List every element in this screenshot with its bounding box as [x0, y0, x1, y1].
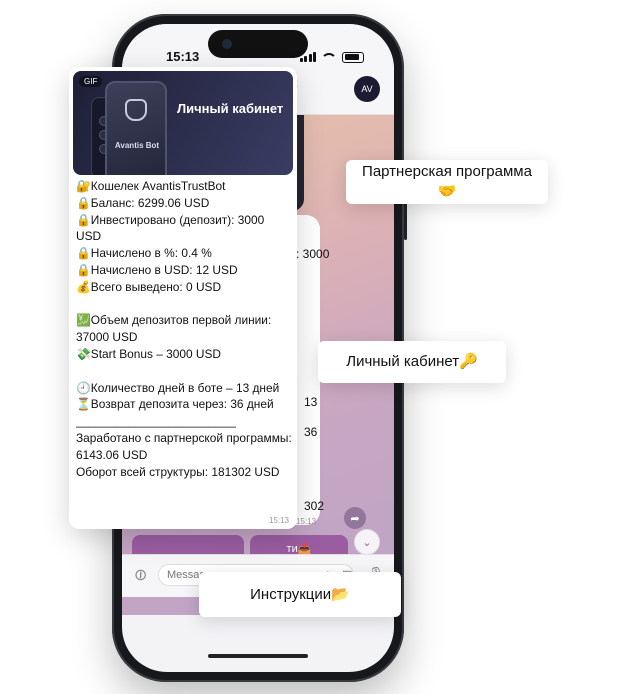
withdrawn-line: 💰Всего выведено: 0 USD	[76, 279, 222, 294]
partner-earnings-line: Заработано с партнерской программы: 6143…	[76, 430, 292, 462]
phone-illustration: Avantis Bot	[105, 81, 167, 175]
background-message-text: : 3000	[296, 247, 330, 261]
wifi-icon	[321, 53, 337, 63]
accrued-percent-line: 🔒Начислено в %: 0.4 %	[76, 246, 212, 261]
wallet-line: 🔐Кошелек AvantisTrustBot	[76, 179, 226, 193]
background-message-text: 13	[304, 395, 318, 409]
divider-line: ______________________________	[76, 414, 236, 429]
partner-program-button[interactable]: Партнерская программа🤝	[346, 160, 548, 204]
status-icons	[299, 51, 364, 63]
signal-icon	[299, 52, 316, 62]
background-message-time: 15:13	[296, 517, 317, 526]
banner-title: Личный кабинет	[177, 101, 284, 116]
message-card: GIF Avantis Bot Личный кабинет 🔐Кошелек …	[69, 67, 297, 529]
structure-turnover-line: Оборот всей структуры: 181302 USD	[76, 464, 280, 479]
first-line-volume-line: 💹Объем депозитов первой линии: 37000 USD	[76, 313, 272, 345]
days-in-bot-line: 🕘Количество дней в боте – 13 дней	[76, 380, 280, 395]
message-text: 🔐Кошелек AvantisTrustBot 🔒Баланс: 6299.0…	[76, 178, 292, 480]
status-time: 15:13	[166, 49, 200, 64]
banner-brand: Avantis Bot	[114, 141, 160, 150]
deposit-return-line: ⏳Возврат депозита через: 36 дней	[76, 397, 274, 412]
start-bonus-line: 💸Start Bonus – 3000 USD	[76, 346, 222, 361]
status-bar: 15:13	[122, 24, 394, 70]
balance-line: 🔒Баланс: 6299.06 USD	[76, 195, 210, 210]
accrued-usd-line: 🔒Начислено в USD: 12 USD	[76, 262, 238, 277]
background-message-text: 36	[304, 425, 318, 439]
gif-badge: GIF	[79, 76, 103, 87]
scroll-down-icon[interactable]: ⌄	[354, 529, 380, 555]
battery-icon	[342, 51, 364, 63]
message-time: 15:13	[268, 516, 289, 525]
bot-avatar[interactable]: AV	[354, 76, 380, 102]
background-message-text: 302	[304, 499, 325, 513]
camera-icon	[222, 39, 232, 49]
forward-icon[interactable]: ➦	[344, 507, 366, 529]
instructions-button[interactable]: Инструкции📂	[199, 572, 401, 617]
avantis-logo-icon	[125, 99, 147, 121]
dynamic-island	[208, 30, 308, 58]
home-indicator	[208, 654, 308, 658]
banner-gif[interactable]: GIF Avantis Bot Личный кабинет	[73, 71, 293, 175]
attach-icon[interactable]: ⊘	[129, 563, 152, 587]
invested-line: 🔒Инвестировано (депозит): 3000 USD	[76, 212, 265, 244]
personal-cabinet-button[interactable]: Личный кабинет🔑	[318, 341, 506, 383]
